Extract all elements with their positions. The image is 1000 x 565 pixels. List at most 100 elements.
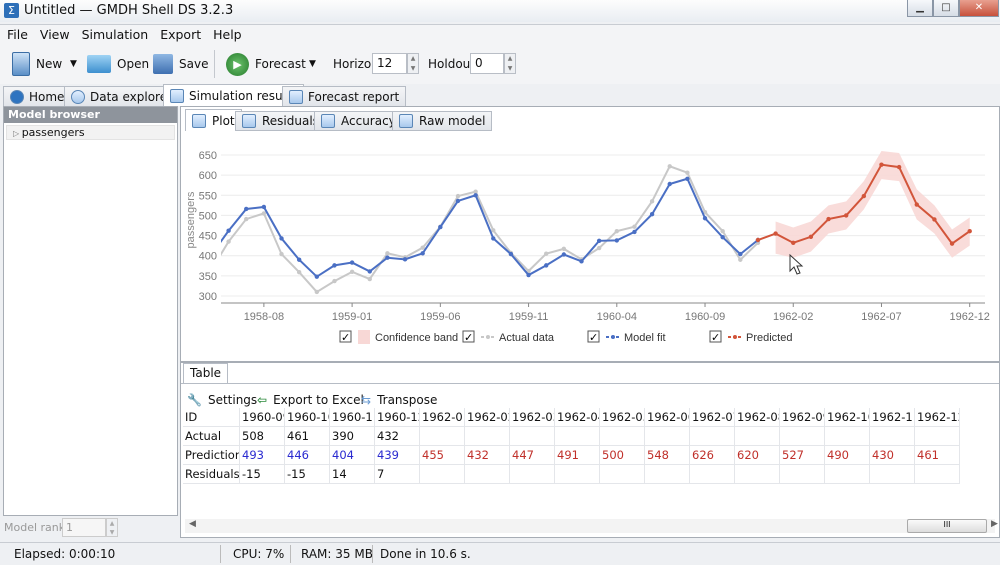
table-cell[interactable]: 626 <box>690 446 735 465</box>
column-header[interactable]: 1962-08 <box>735 408 780 427</box>
column-header[interactable]: 1962-02 <box>465 408 510 427</box>
table-cell[interactable] <box>510 427 555 446</box>
tab-forecast-report[interactable]: Forecast report <box>282 86 407 106</box>
table-cell[interactable]: 14 <box>330 465 375 484</box>
table-cell[interactable] <box>690 427 735 446</box>
table-cell[interactable] <box>600 427 645 446</box>
row-label[interactable]: Residuals <box>183 465 240 484</box>
menu-help[interactable]: Help <box>206 25 247 42</box>
table-cell[interactable]: 446 <box>285 446 330 465</box>
table-cell[interactable]: 490 <box>825 446 870 465</box>
subtab-raw-model[interactable]: Raw model <box>392 111 493 131</box>
new-dropdown-arrow[interactable]: ▼ <box>70 52 77 76</box>
scroll-left-arrow[interactable]: ◀ <box>189 519 196 529</box>
table-cell[interactable] <box>690 465 735 484</box>
table-cell[interactable] <box>780 465 825 484</box>
table-cell[interactable]: -15 <box>240 465 285 484</box>
table-cell[interactable]: 461 <box>915 446 960 465</box>
table-cell[interactable]: 508 <box>240 427 285 446</box>
table-cell[interactable]: 493 <box>240 446 285 465</box>
table-cell[interactable]: 548 <box>645 446 690 465</box>
table-cell[interactable] <box>735 427 780 446</box>
menu-view[interactable]: View <box>33 25 75 42</box>
table-cell[interactable] <box>555 427 600 446</box>
table-cell[interactable] <box>645 427 690 446</box>
table-cell[interactable] <box>780 427 825 446</box>
column-header[interactable]: 1960-10 <box>285 408 330 427</box>
subtab-plot[interactable]: Plot <box>185 109 242 131</box>
tab-data-explorer[interactable]: Data explorer <box>64 86 180 106</box>
tab-home[interactable]: Home <box>3 86 72 106</box>
table-cell[interactable] <box>915 427 960 446</box>
column-header[interactable]: 1962-05 <box>600 408 645 427</box>
table-cell[interactable]: 432 <box>375 427 420 446</box>
menu-export[interactable]: Export <box>153 25 206 42</box>
forecast-button[interactable]: ▶ Forecast <box>226 52 306 76</box>
subtab-accuracy[interactable]: Accuracy <box>314 111 403 131</box>
table-cell[interactable]: 404 <box>330 446 375 465</box>
column-header[interactable]: ID <box>183 408 240 427</box>
horizontal-scrollbar[interactable]: ◀ III ▶ <box>185 519 998 533</box>
row-label[interactable]: Actual <box>183 427 240 446</box>
table-cell[interactable] <box>870 427 915 446</box>
table-cell[interactable] <box>915 465 960 484</box>
table-cell[interactable] <box>825 427 870 446</box>
menu-simulation[interactable]: Simulation <box>75 25 154 42</box>
table-cell[interactable]: 439 <box>375 446 420 465</box>
column-header[interactable]: 1962-07 <box>690 408 735 427</box>
table-cell[interactable] <box>420 427 465 446</box>
column-header[interactable]: 1962-03 <box>510 408 555 427</box>
column-header[interactable]: 1960-09 <box>240 408 285 427</box>
table-cell[interactable] <box>555 465 600 484</box>
open-button[interactable]: Open <box>87 52 149 76</box>
model-rank-input[interactable]: 1 <box>62 518 106 537</box>
minimize-button[interactable]: ▁ <box>907 0 933 17</box>
table-cell[interactable]: 461 <box>285 427 330 446</box>
table-cell[interactable]: 390 <box>330 427 375 446</box>
table-cell[interactable] <box>465 427 510 446</box>
column-header[interactable]: 1960-11 <box>330 408 375 427</box>
table-cell[interactable]: 447 <box>510 446 555 465</box>
maximize-button[interactable]: □ <box>933 0 959 17</box>
column-header[interactable]: 1962-11 <box>870 408 915 427</box>
model-rank-stepper[interactable]: ▲ ▼ <box>106 518 118 537</box>
horizon-stepper[interactable]: ▲ ▼ <box>407 53 419 74</box>
table-cell[interactable] <box>870 465 915 484</box>
table-cell[interactable] <box>645 465 690 484</box>
table-cell[interactable]: 7 <box>375 465 420 484</box>
table-cell[interactable]: 491 <box>555 446 600 465</box>
table-cell[interactable]: 620 <box>735 446 780 465</box>
expand-arrow-icon[interactable]: ▷ <box>13 129 22 138</box>
table-cell[interactable] <box>420 465 465 484</box>
column-header[interactable]: 1962-06 <box>645 408 690 427</box>
holdout-input[interactable]: 0 <box>470 53 504 74</box>
table-cell[interactable]: 527 <box>780 446 825 465</box>
table-cell[interactable] <box>465 465 510 484</box>
new-button[interactable]: New <box>12 52 62 76</box>
horizon-input[interactable]: 12 <box>372 53 407 74</box>
table-cell[interactable] <box>600 465 645 484</box>
table-cell[interactable] <box>735 465 780 484</box>
table-cell[interactable]: 432 <box>465 446 510 465</box>
table-cell[interactable]: -15 <box>285 465 330 484</box>
scrollbar-thumb[interactable]: III <box>907 519 987 533</box>
column-header[interactable]: 1962-10 <box>825 408 870 427</box>
subtab-residuals[interactable]: Residuals <box>235 111 326 131</box>
table-cell[interactable]: 430 <box>870 446 915 465</box>
table-cell[interactable] <box>825 465 870 484</box>
column-header[interactable]: 1962-04 <box>555 408 600 427</box>
column-header[interactable]: 1960-12 <box>375 408 420 427</box>
holdout-stepper[interactable]: ▲ ▼ <box>504 53 516 74</box>
forecast-dropdown-arrow[interactable]: ▼ <box>309 52 316 76</box>
save-button[interactable]: Save <box>153 52 208 76</box>
menu-file[interactable]: File <box>0 25 33 42</box>
table-cell[interactable]: 500 <box>600 446 645 465</box>
scroll-right-arrow[interactable]: ▶ <box>991 519 998 529</box>
table-cell[interactable] <box>510 465 555 484</box>
tab-table[interactable]: Table <box>183 363 229 383</box>
column-header[interactable]: 1962-12 <box>915 408 960 427</box>
column-header[interactable]: 1962-01 <box>420 408 465 427</box>
table-cell[interactable]: 455 <box>420 446 465 465</box>
close-button[interactable]: ✕ <box>959 0 999 17</box>
tree-item-passengers[interactable]: ▷ passengers <box>6 125 175 140</box>
